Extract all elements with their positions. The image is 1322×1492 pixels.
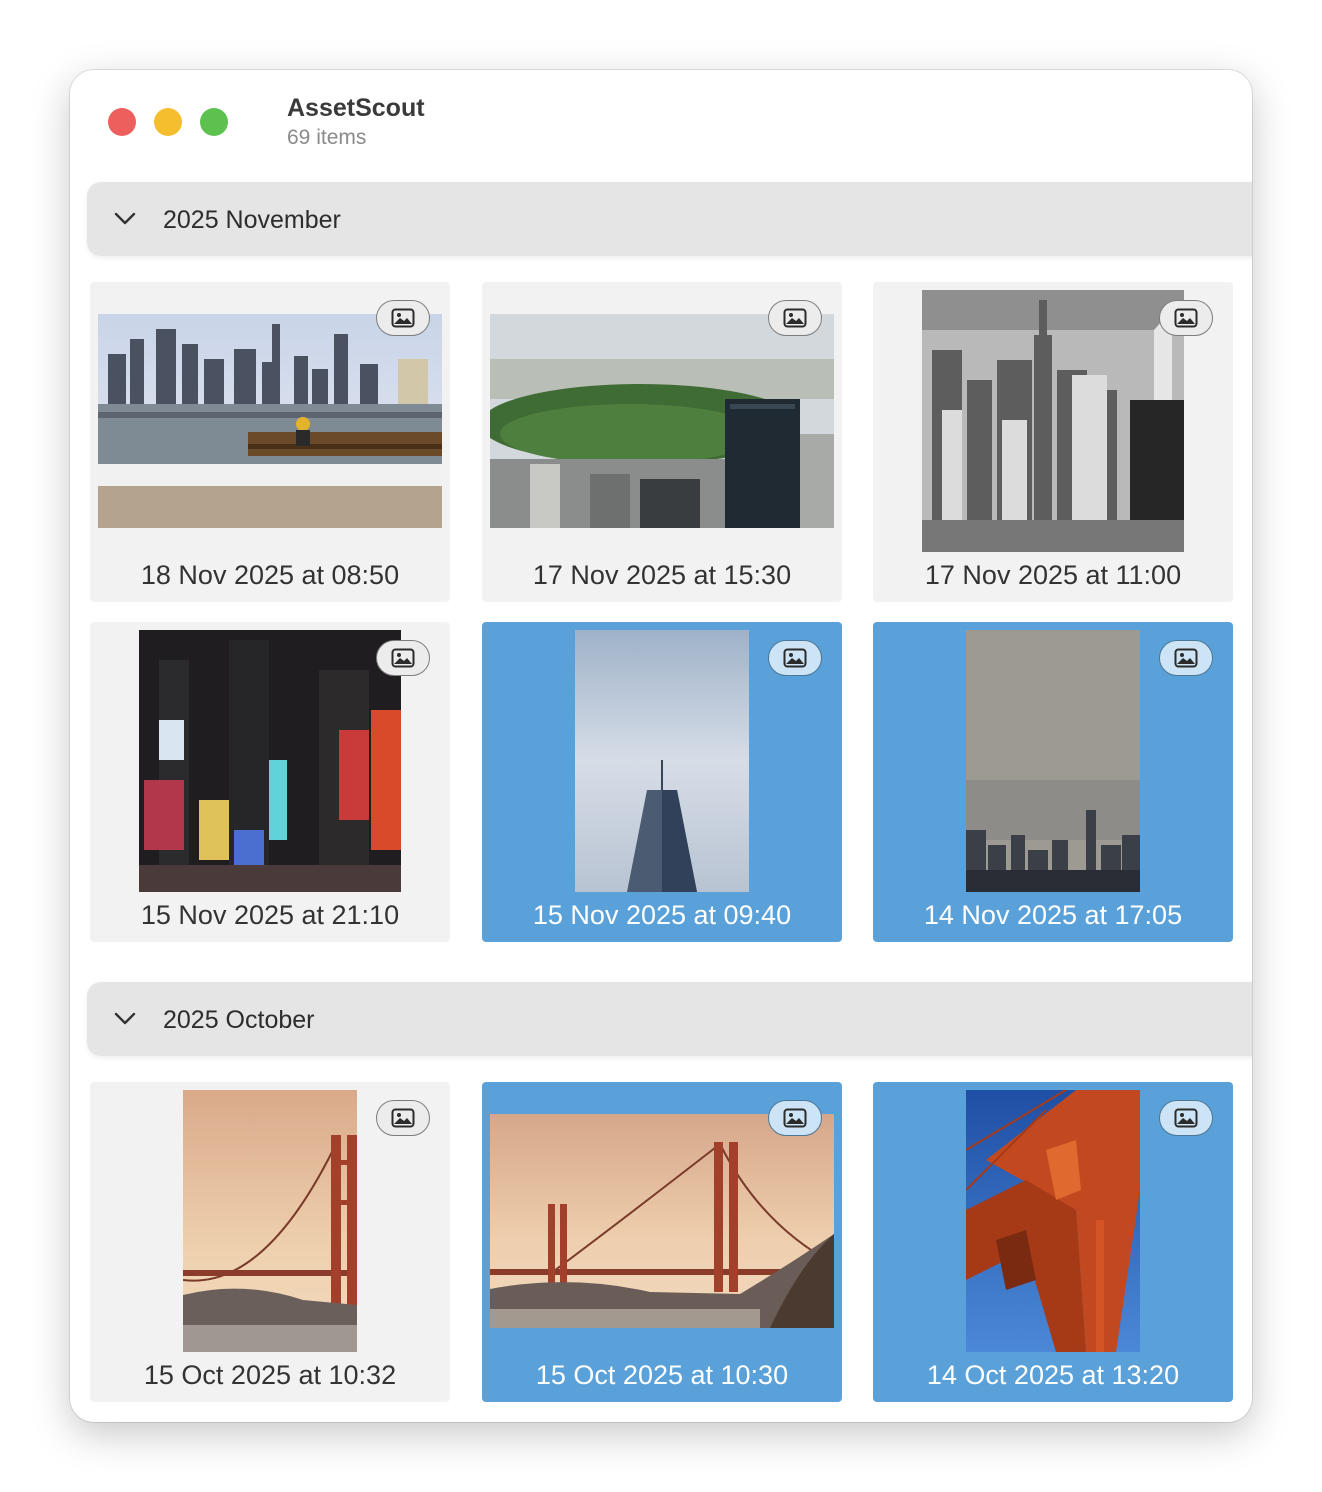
minimize-window-button[interactable]	[154, 108, 182, 136]
asset-date-label: 18 Nov 2025 at 08:50	[140, 560, 400, 590]
asset-card[interactable]: 15 Oct 2025 at 10:30	[482, 1082, 842, 1402]
asset-card[interactable]: 15 Oct 2025 at 10:32	[90, 1082, 450, 1402]
zoom-window-button[interactable]	[200, 108, 228, 136]
photo-thumbnail	[490, 314, 834, 528]
chevron-down-icon[interactable]	[113, 208, 137, 230]
asset-date-label: 15 Oct 2025 at 10:30	[535, 1360, 789, 1390]
photo-type-badge	[768, 300, 822, 336]
app-window: AssetScout 69 items 2025 November 18 Nov…	[70, 70, 1252, 1422]
asset-card[interactable]: 15 Nov 2025 at 09:40	[482, 622, 842, 942]
photo-type-badge	[376, 300, 430, 336]
asset-date-label: 15 Nov 2025 at 21:10	[140, 900, 400, 930]
section-title: 2025 November	[163, 206, 341, 234]
photo-icon	[783, 648, 807, 668]
photo-icon	[391, 1108, 415, 1128]
photo-thumbnail	[139, 630, 401, 892]
asset-card[interactable]: 14 Oct 2025 at 13:20	[873, 1082, 1233, 1402]
asset-date-label: 14 Oct 2025 at 13:20	[926, 1360, 1180, 1390]
asset-date-label: 14 Nov 2025 at 17:05	[923, 900, 1183, 930]
item-count: 69 items	[287, 126, 367, 149]
photo-type-badge	[376, 1100, 430, 1136]
photo-thumbnail	[98, 314, 442, 528]
chevron-down-icon[interactable]	[113, 1008, 137, 1030]
photo-type-badge	[768, 1100, 822, 1136]
asset-card[interactable]: 17 Nov 2025 at 11:00	[873, 282, 1233, 602]
photo-icon	[391, 648, 415, 668]
photo-icon	[1174, 648, 1198, 668]
section-header-november[interactable]: 2025 November	[87, 182, 1252, 256]
photo-icon	[1174, 1108, 1198, 1128]
photo-icon	[783, 308, 807, 328]
photo-thumbnail	[966, 630, 1140, 892]
photo-type-badge	[1159, 300, 1213, 336]
photo-thumbnail	[575, 630, 749, 892]
window-title: AssetScout	[287, 94, 425, 122]
close-window-button[interactable]	[108, 108, 136, 136]
photo-type-badge	[1159, 1100, 1213, 1136]
asset-date-label: 17 Nov 2025 at 15:30	[532, 560, 792, 590]
photo-type-badge	[1159, 640, 1213, 676]
asset-date-label: 15 Nov 2025 at 09:40	[532, 900, 792, 930]
asset-card[interactable]: 15 Nov 2025 at 21:10	[90, 622, 450, 942]
photo-icon	[1174, 308, 1198, 328]
asset-date-label: 15 Oct 2025 at 10:32	[143, 1360, 397, 1390]
asset-date-label: 17 Nov 2025 at 11:00	[924, 560, 1182, 590]
photo-type-badge	[376, 640, 430, 676]
photo-thumbnail	[922, 290, 1184, 552]
photo-icon	[391, 308, 415, 328]
section-title: 2025 October	[163, 1006, 315, 1034]
photo-thumbnail	[966, 1090, 1140, 1352]
asset-card[interactable]: 17 Nov 2025 at 15:30	[482, 282, 842, 602]
section-header-october[interactable]: 2025 October	[87, 982, 1252, 1056]
asset-card[interactable]: 18 Nov 2025 at 08:50	[90, 282, 450, 602]
photo-thumbnail	[183, 1090, 357, 1352]
asset-card[interactable]: 14 Nov 2025 at 17:05	[873, 622, 1233, 942]
photo-type-badge	[768, 640, 822, 676]
photo-icon	[783, 1108, 807, 1128]
photo-thumbnail	[490, 1114, 834, 1328]
